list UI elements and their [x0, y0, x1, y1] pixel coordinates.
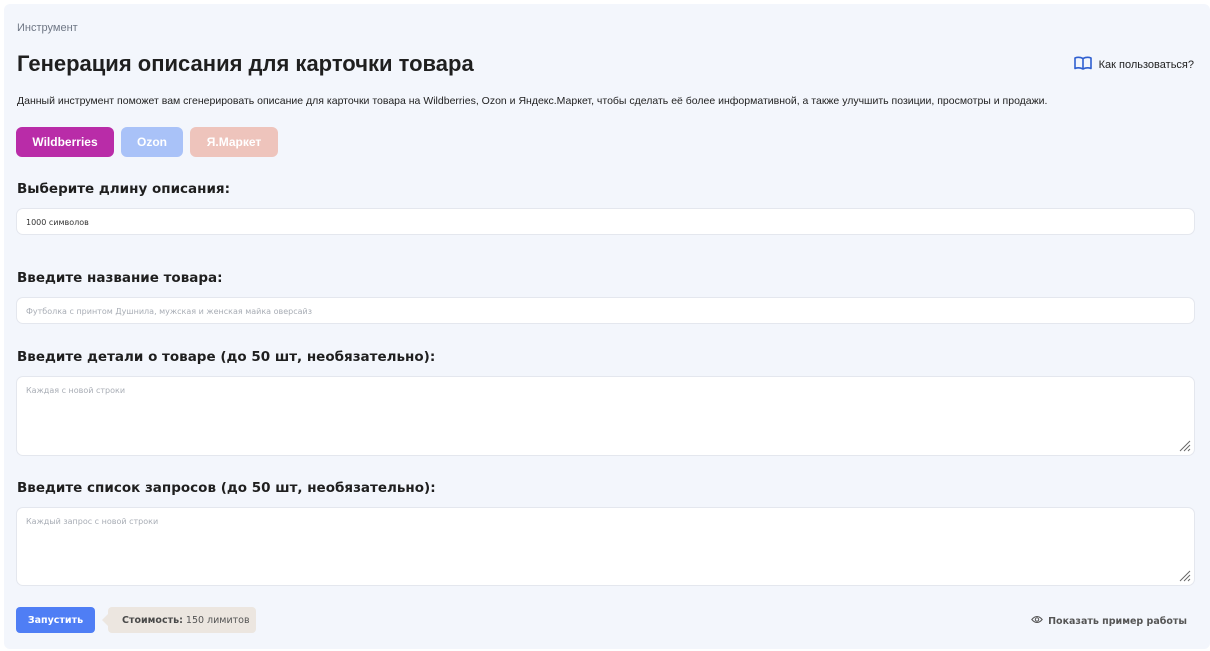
cost-value: 150 лимитов — [185, 614, 250, 626]
breadcrumb[interactable]: Инструмент — [17, 22, 78, 34]
marketplace-selector: Wildberries Ozon Я.Маркет — [16, 127, 278, 157]
product-name-placeholder: Футболка с принтом Душнила, мужская и же… — [26, 307, 312, 316]
tool-card: Инструмент Генерация описания для карточ… — [4, 4, 1210, 649]
details-label: Введите детали о товаре (до 50 шт, необя… — [17, 349, 436, 365]
queries-label: Введите список запросов (до 50 шт, необя… — [17, 480, 436, 496]
details-textarea[interactable]: Каждая с новой строки — [16, 376, 1195, 456]
show-example-label: Показать пример работы — [1048, 615, 1187, 627]
run-button[interactable]: Запустить — [16, 607, 95, 633]
cost-label: Стоимость: — [122, 614, 183, 626]
length-label: Выберите длину описания: — [17, 181, 230, 197]
eye-icon — [1031, 615, 1043, 627]
show-example-link[interactable]: Показать пример работы — [1031, 615, 1187, 627]
queries-placeholder: Каждый запрос с новой строки — [26, 517, 159, 526]
help-link[interactable]: Как пользоваться? — [1073, 56, 1194, 73]
page-title: Генерация описания для карточки товара — [17, 51, 474, 76]
resize-handle-icon[interactable] — [1179, 570, 1191, 582]
cost-badge: Стоимость: 150 лимитов — [102, 607, 256, 633]
details-placeholder: Каждая с новой строки — [26, 386, 126, 395]
resize-handle-icon[interactable] — [1179, 440, 1191, 452]
book-icon — [1073, 56, 1092, 73]
length-select[interactable]: 1000 символов — [16, 208, 1195, 235]
product-name-label: Введите название товара: — [17, 270, 223, 286]
marketplace-wildberries-button[interactable]: Wildberries — [16, 127, 114, 157]
tool-description: Данный инструмент поможет вам сгенериров… — [17, 95, 1048, 107]
marketplace-yandex-market-button[interactable]: Я.Маркет — [190, 127, 278, 157]
help-link-label: Как пользоваться? — [1098, 58, 1194, 71]
product-name-input[interactable]: Футболка с принтом Душнила, мужская и же… — [16, 297, 1195, 324]
marketplace-ozon-button[interactable]: Ozon — [121, 127, 183, 157]
queries-textarea[interactable]: Каждый запрос с новой строки — [16, 507, 1195, 586]
length-select-value: 1000 символов — [26, 218, 89, 227]
